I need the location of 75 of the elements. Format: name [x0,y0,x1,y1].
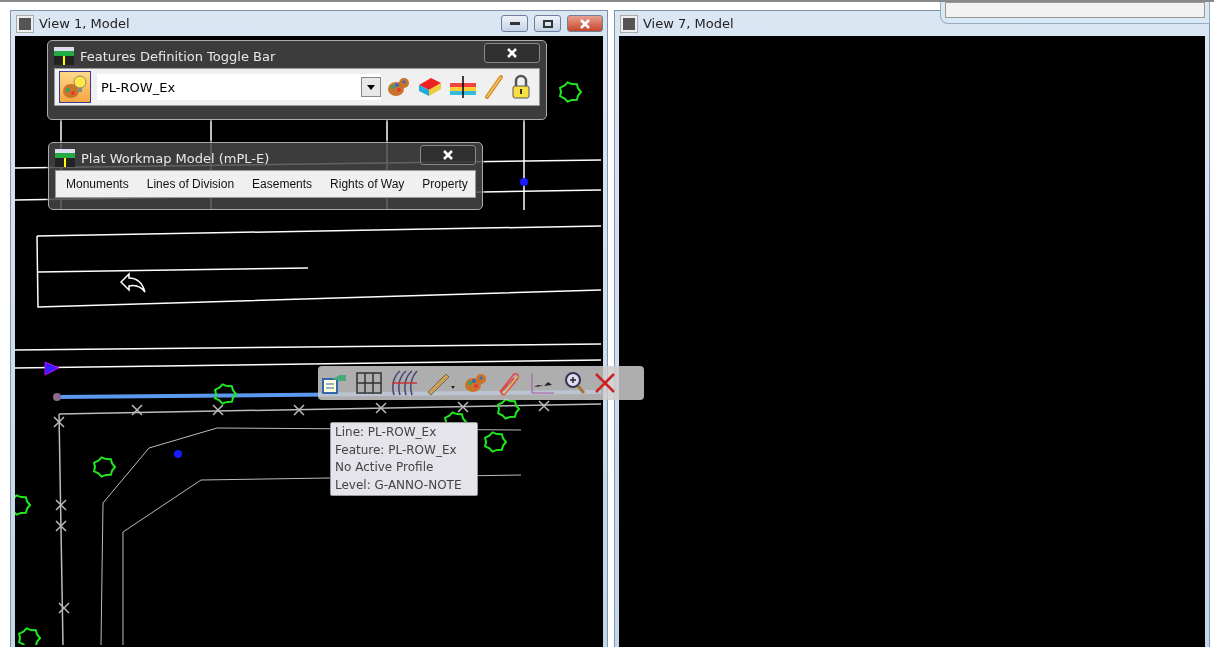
close-button[interactable] [420,145,476,165]
feature-toggle-button[interactable] [59,71,91,103]
x-marker [212,404,224,416]
x-marker [55,520,67,532]
shrub-symbol [92,456,117,478]
triangle-marker [44,361,60,376]
toolbar-item[interactable]: Property [416,173,474,195]
tooltip-text: Level: G-ANNO-NOTE [335,476,463,494]
chain-icon [483,74,505,100]
palette-button[interactable] [464,371,488,395]
grid-icon [356,372,382,394]
turn-arrow-symbol [120,273,146,293]
lock-icon [511,74,531,100]
window-icon [17,15,33,32]
lock-button[interactable] [511,74,531,100]
toolbar-item[interactable]: Lines of Division [140,173,241,195]
layers-icon [417,75,443,99]
x-marker [53,416,65,428]
point-marker [174,450,182,458]
plane-button[interactable] [530,371,556,395]
surface-button[interactable] [417,75,443,99]
shrub-symbol [15,494,32,516]
x-marker [131,404,143,416]
toolbar-item[interactable]: Easements [246,173,319,195]
close-icon [506,47,518,59]
tooltip-text: Line: PL-ROW_Ex [335,424,438,441]
road-icon [55,149,75,167]
line-endpoint [53,393,61,401]
grid-button[interactable] [356,372,382,394]
window-icon [621,15,637,32]
tooltip-text: No Active Profile [335,459,435,476]
maximize-button[interactable] [534,15,561,32]
zoom-in-button[interactable] [564,371,586,395]
maximize-icon [542,19,553,28]
shrub-symbol [213,383,238,405]
x-marker [58,602,70,614]
close-icon [594,372,616,394]
shrub-symbol [483,431,508,453]
airplane-icon [530,371,556,395]
window-title: View 7, Model [643,16,735,31]
x-marker [457,401,469,413]
profile-button[interactable] [449,75,477,99]
tooltip-text: Feature: PL-ROW_Ex [335,441,458,459]
toolbar-title: Features Definition Toggle Bar [80,48,277,64]
paperclip-icon [496,370,522,396]
shrub-symbol [558,81,583,103]
section-icon [449,75,477,99]
corridor-button[interactable] [390,370,418,396]
minimize-icon [509,21,520,26]
window-title: View 1, Model [39,16,131,31]
close-icon [579,17,591,30]
palette-icon [387,75,411,99]
x-marker [538,400,550,412]
x-marker [293,404,305,416]
x-marker [55,499,67,511]
shrub-symbol [17,627,42,645]
toolbar-item[interactable]: Monuments [60,173,135,195]
point-marker [520,178,528,186]
curved-lines-icon [390,370,418,396]
close-icon [442,149,454,161]
zoom-in-icon [564,371,586,395]
palette-bulb-icon [62,74,88,100]
close-button[interactable] [484,43,540,63]
toolbar-item[interactable]: Rights of Way [324,173,411,195]
toolbar-title: Plat Workmap Model (mPL-E) [81,150,271,166]
palette-icon [464,371,488,395]
minimize-button[interactable] [501,15,528,32]
caret-icon [367,84,375,90]
dropdown-button[interactable] [361,77,381,97]
shrub-symbol [496,398,521,420]
feature-dropdown[interactable]: PL-ROW_Ex [97,74,381,100]
dropdown-value: PL-ROW_Ex [101,79,176,95]
road-icon [54,47,74,65]
x-marker [375,402,387,414]
palette-button[interactable] [387,75,411,99]
